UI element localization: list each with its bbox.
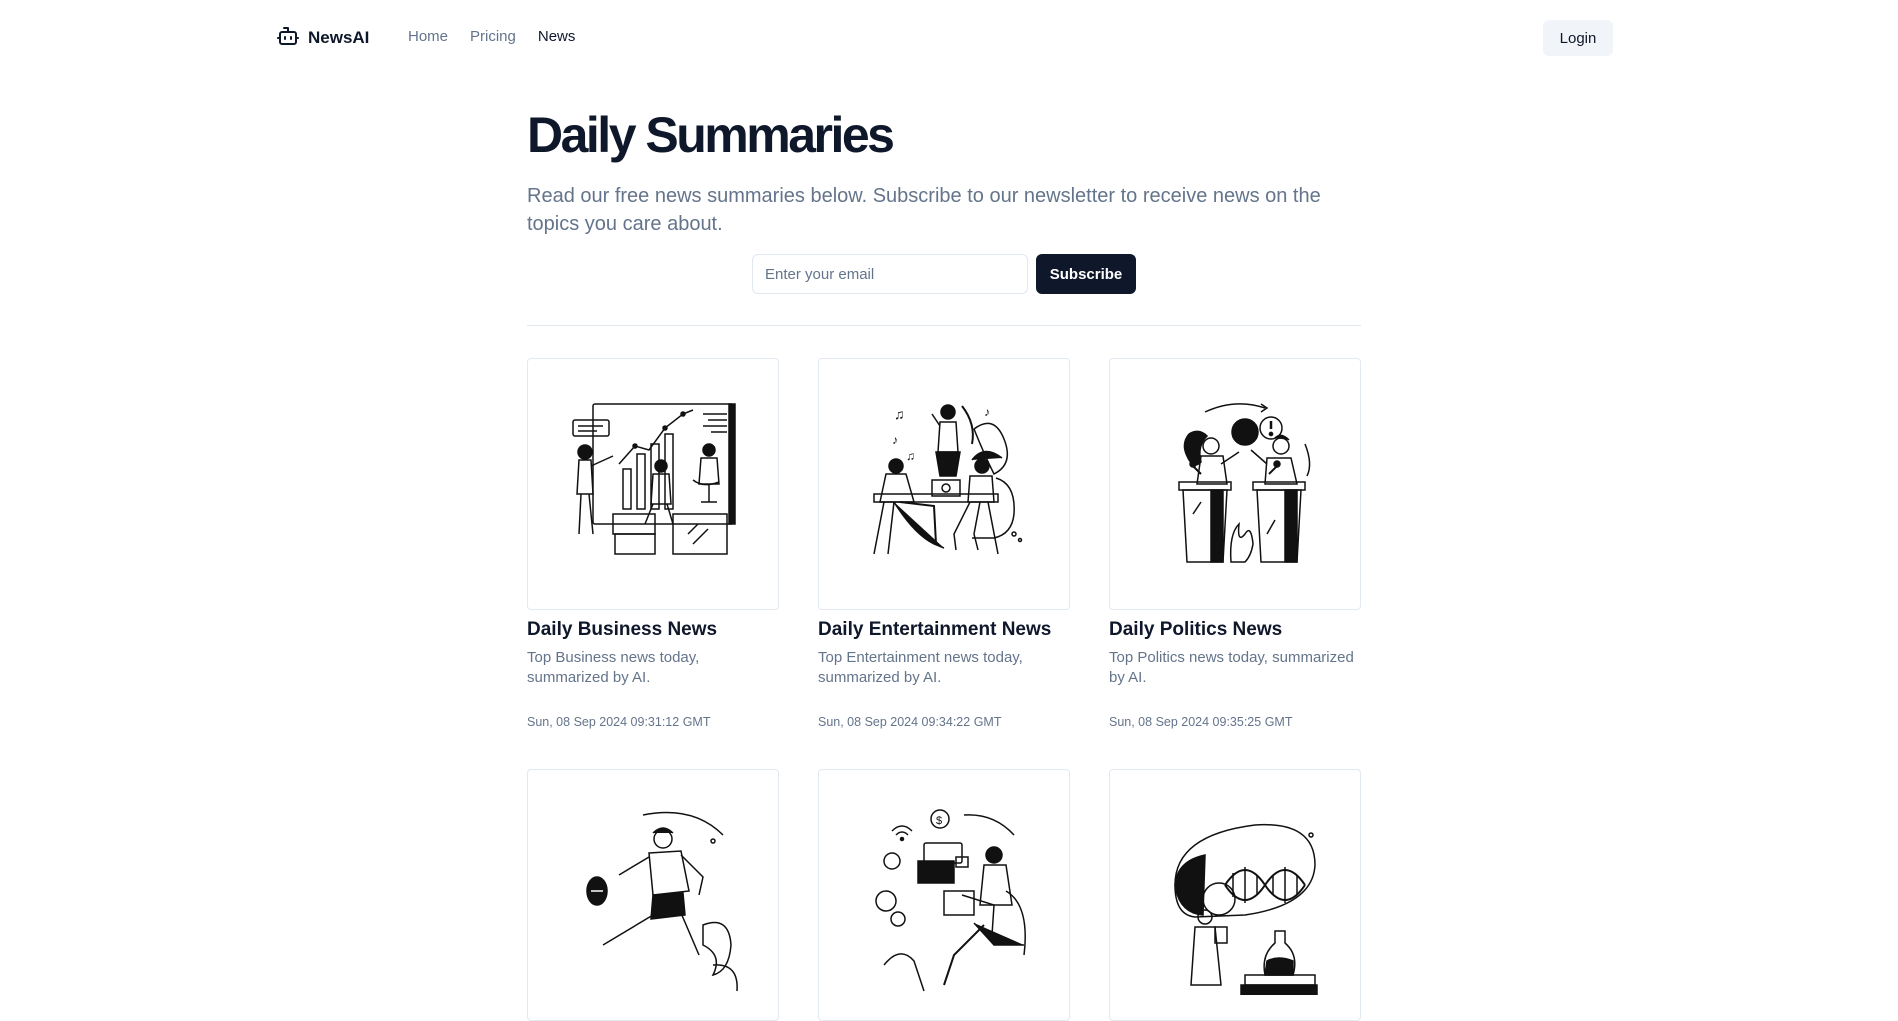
news-card-sports[interactable] bbox=[527, 769, 779, 1021]
nav-link-news[interactable]: News bbox=[538, 28, 576, 45]
svg-text:♫: ♫ bbox=[894, 406, 905, 422]
card-date: Sun, 08 Sep 2024 09:31:12 GMT bbox=[527, 715, 711, 729]
nav-links: Home Pricing News bbox=[408, 28, 575, 45]
email-input[interactable] bbox=[752, 254, 1028, 294]
news-card-business[interactable]: Daily Business News Top Business news to… bbox=[527, 358, 779, 729]
news-card-science[interactable] bbox=[1109, 769, 1361, 1021]
card-date: Sun, 08 Sep 2024 09:34:22 GMT bbox=[818, 715, 1002, 729]
technology-laptop-illustration: $ bbox=[875, 809, 1026, 992]
top-navbar: NewsAI Home Pricing News Login bbox=[0, 0, 1898, 76]
card-title: Daily Business News bbox=[527, 619, 718, 640]
card-title: Daily Politics News bbox=[1109, 619, 1283, 640]
card-image bbox=[527, 358, 779, 610]
card-image bbox=[1109, 769, 1361, 1021]
entertainment-music-illustration: ♫ ♪ ♫ ♪ bbox=[873, 404, 1023, 555]
card-description: Top Politics news today, summarized by A… bbox=[1109, 649, 1354, 686]
section-divider bbox=[527, 325, 1361, 326]
science-dna-illustration bbox=[1174, 823, 1318, 995]
card-title: Daily Entertainment News bbox=[818, 619, 1052, 640]
card-image bbox=[1109, 358, 1361, 610]
news-card-politics[interactable]: Daily Politics News Top Politics news to… bbox=[1109, 358, 1361, 729]
page-title: Daily Summaries bbox=[527, 107, 895, 163]
card-description: Top Business news today, summarized by A… bbox=[527, 649, 700, 686]
sports-football-illustration bbox=[586, 811, 738, 992]
card-description: Top Entertainment news today, summarized… bbox=[818, 649, 1023, 686]
card-date: Sun, 08 Sep 2024 09:35:25 GMT bbox=[1109, 715, 1293, 729]
svg-text:♪: ♪ bbox=[984, 405, 990, 419]
svg-text:♫: ♫ bbox=[906, 449, 915, 463]
card-image: $ bbox=[818, 769, 1070, 1021]
politics-debate-illustration bbox=[1178, 403, 1311, 563]
page-subtitle: Read our free news summaries below. Subs… bbox=[527, 185, 1321, 235]
login-button[interactable]: Login bbox=[1543, 20, 1613, 56]
news-card-entertainment[interactable]: ♫ ♪ ♫ ♪ Daily Entertainment News Top Ent… bbox=[818, 358, 1070, 729]
nav-link-home[interactable]: Home bbox=[408, 28, 448, 45]
robot-icon bbox=[276, 24, 300, 53]
brand-name: NewsAI bbox=[308, 28, 370, 47]
subscribe-button[interactable]: Subscribe bbox=[1036, 254, 1136, 294]
card-image: ♫ ♪ ♫ ♪ bbox=[818, 358, 1070, 610]
nav-link-pricing[interactable]: Pricing bbox=[470, 28, 516, 45]
business-presentation-illustration bbox=[572, 403, 736, 555]
card-image bbox=[527, 769, 779, 1021]
news-card-technology[interactable]: $ bbox=[818, 769, 1070, 1021]
svg-text:$: $ bbox=[936, 815, 942, 827]
brand-logo[interactable]: NewsAI bbox=[276, 24, 369, 52]
svg-text:♪: ♪ bbox=[892, 433, 898, 447]
